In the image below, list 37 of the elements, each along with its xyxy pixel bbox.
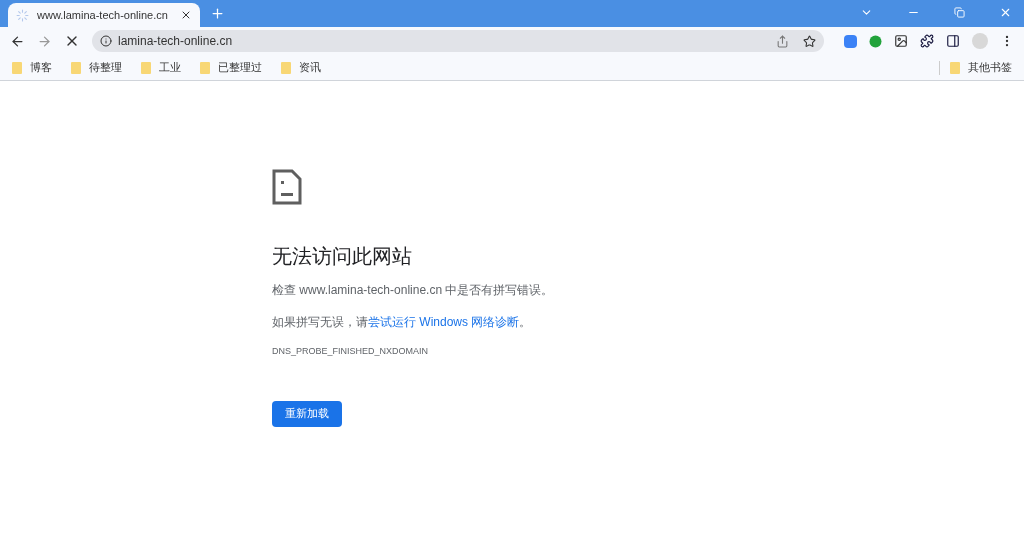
error-message: 检查 www.lamina-tech-online.cn 中是否有拼写错误。	[272, 282, 554, 299]
extensions-icon[interactable]	[920, 34, 934, 48]
close-window-icon[interactable]	[999, 6, 1012, 19]
new-tab-icon[interactable]	[210, 6, 225, 21]
bookmark-item[interactable]: 工业	[141, 59, 181, 76]
url-text: lamina-tech-online.cn	[118, 33, 234, 50]
info-icon	[100, 35, 112, 47]
bookmark-item[interactable]: 待整理	[71, 59, 122, 76]
back-icon[interactable]	[10, 33, 25, 49]
bookmark-item[interactable]: 资讯	[281, 59, 321, 76]
folder-icon	[281, 61, 291, 74]
folder-icon	[200, 61, 210, 74]
extension-icon[interactable]	[844, 34, 857, 48]
error-code: DNS_PROBE_FINISHED_NXDOMAIN	[272, 345, 429, 358]
image-icon[interactable]	[894, 34, 908, 48]
folder-icon	[141, 61, 151, 74]
error-title: 无法访问此网站	[272, 244, 412, 269]
suggestion-text: 如果拼写无误，请尝试运行 Windows 网络诊断。	[272, 314, 532, 331]
loading-icon	[16, 8, 29, 22]
tab-title: www.lamina-tech-online.cn	[37, 7, 169, 23]
close-icon[interactable]	[180, 9, 192, 21]
side-panel-icon[interactable]	[946, 34, 960, 48]
restore-icon[interactable]	[954, 7, 965, 18]
bookmark-item[interactable]: 其他书签	[950, 59, 1012, 76]
sad-page-icon	[272, 169, 302, 205]
browser-tab[interactable]: www.lamina-tech-online.cn	[8, 3, 200, 27]
folder-icon	[950, 61, 960, 74]
address-bar[interactable]: lamina-tech-online.cn	[92, 30, 824, 52]
folder-icon	[12, 61, 22, 74]
reload-button[interactable]: 重新加载	[272, 400, 342, 427]
bookmark-star-icon[interactable]	[803, 34, 816, 48]
share-icon[interactable]	[776, 34, 789, 48]
bookmark-item[interactable]: 已整理过	[200, 59, 262, 76]
diagnostics-link[interactable]: 尝试运行 Windows 网络诊断	[368, 315, 520, 329]
bookmark-item[interactable]: 博客	[12, 59, 52, 76]
folder-icon	[71, 61, 81, 74]
forward-icon[interactable]	[37, 33, 52, 49]
